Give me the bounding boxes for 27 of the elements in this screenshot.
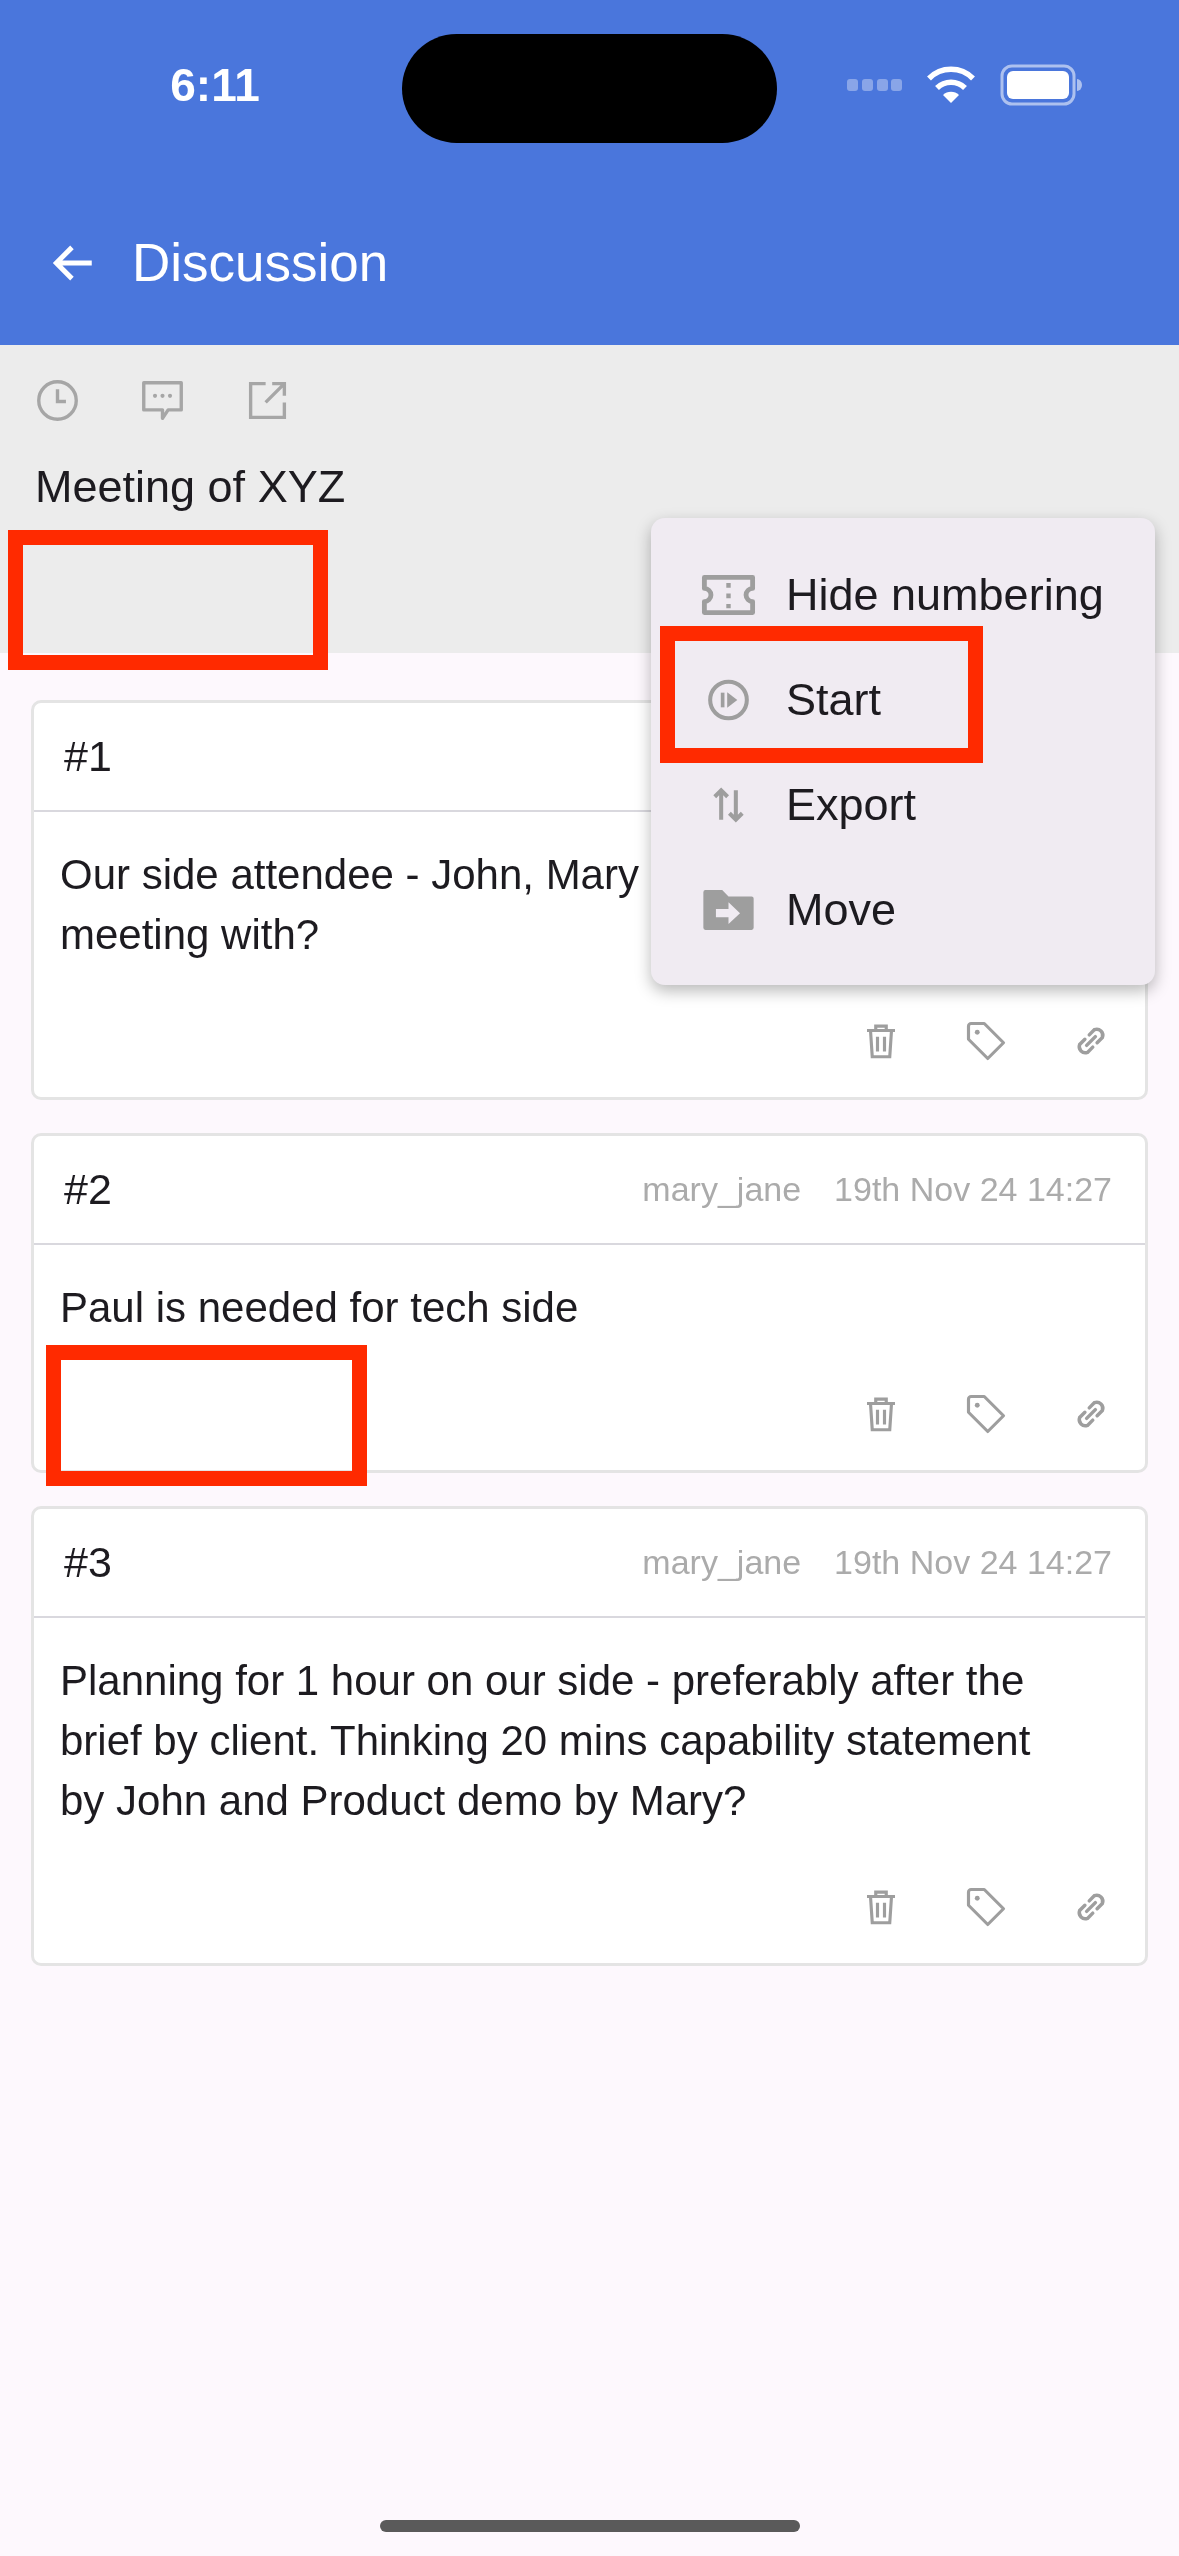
menu-item[interactable]: Export xyxy=(700,777,917,833)
post-timestamp: 19th Nov 24 14:27 xyxy=(834,1170,1112,1209)
menu-item[interactable]: Move xyxy=(700,882,897,938)
wifi-icon xyxy=(926,66,976,104)
clock-icon[interactable] xyxy=(35,378,80,423)
menu-item[interactable]: Hide numbering xyxy=(700,567,1104,623)
post-number: #2 xyxy=(64,1165,112,1214)
tag-icon[interactable] xyxy=(965,1393,1007,1435)
post-number: #1 xyxy=(64,732,112,781)
post-number: #3 xyxy=(64,1538,112,1587)
topic-title: Meeting of XYZ xyxy=(35,461,346,513)
author-name: mary_jane xyxy=(642,1543,802,1582)
status-time: 6:11 xyxy=(169,58,261,112)
post-text: Paul is needed for tech side xyxy=(60,1283,579,1333)
tag-icon[interactable] xyxy=(965,1886,1007,1928)
battery-icon xyxy=(1000,64,1082,106)
post-timestamp: 19th Nov 24 14:27 xyxy=(834,1543,1112,1582)
post-text: Our side attendee - John, Mary meeting with? xyxy=(60,850,639,960)
menu-item[interactable]: Start xyxy=(700,672,882,728)
comment-icon[interactable] xyxy=(140,378,185,423)
ticket-icon xyxy=(700,573,757,617)
signal-icon xyxy=(847,78,902,92)
author-name: mary_jane xyxy=(642,1170,802,1209)
folder-arrow-icon xyxy=(700,888,757,932)
tag-icon[interactable] xyxy=(965,1020,1007,1062)
post-text: Planning for 1 hour on our side - preferably after the brief by client. Thinking 20 mins capability statement by John and Product demo by Mary? xyxy=(60,1656,1031,1826)
screen-title: Discussion xyxy=(132,232,389,293)
